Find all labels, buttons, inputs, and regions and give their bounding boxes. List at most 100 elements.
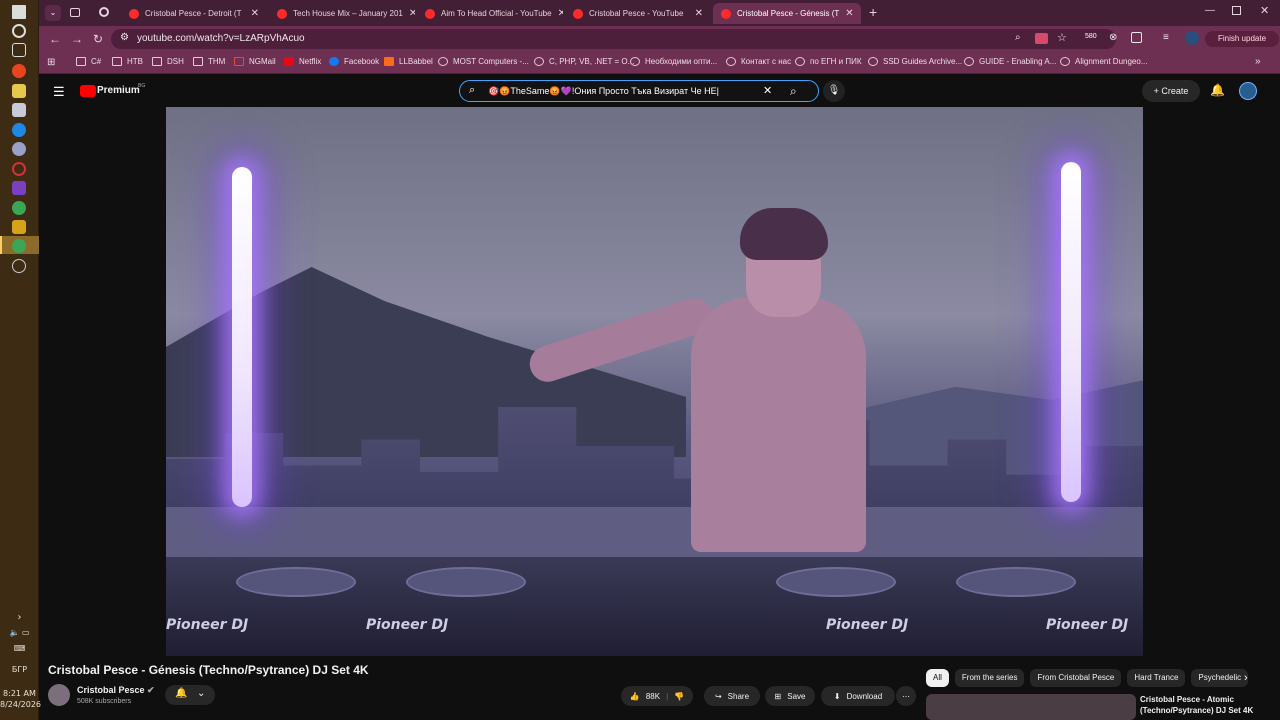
bookmark-item[interactable]: Netflix <box>284 57 321 66</box>
bookmarks-overflow-icon[interactable]: » <box>1255 56 1261 67</box>
bookmark-item[interactable]: GUIDE - Enabling A... <box>964 57 1056 66</box>
profile-avatar[interactable] <box>1185 31 1199 45</box>
avatar[interactable] <box>1239 82 1257 100</box>
zoom-icon[interactable]: ⌕ <box>1015 32 1021 43</box>
channel-avatar[interactable] <box>48 684 70 706</box>
like-dislike-button[interactable]: 👍 88K | 👎 <box>621 686 693 706</box>
close-icon[interactable]: ✕ <box>839 8 853 19</box>
youtube-logo-icon[interactable] <box>80 85 96 97</box>
app-icon[interactable] <box>12 142 26 156</box>
media-controls-icon[interactable]: ≡ <box>1163 32 1169 43</box>
menu-icon[interactable]: ☰ <box>53 84 65 100</box>
maximize-button[interactable] <box>1232 6 1241 15</box>
close-icon[interactable]: ✕ <box>552 8 563 19</box>
bookmark-item[interactable]: DSH <box>152 57 184 66</box>
tab[interactable]: Aim To Head Official - YouTube ✕ <box>417 3 563 24</box>
recommended-title[interactable]: Cristobal Pesce - Atomic (Techno/Psytran… <box>1140 694 1260 716</box>
tab-search-icon[interactable]: ⌄ <box>45 5 61 21</box>
opera-icon[interactable] <box>12 162 26 176</box>
minimize-button[interactable]: — <box>1205 5 1215 16</box>
close-icon[interactable]: ✕ <box>245 8 259 19</box>
extension-badge[interactable]: 580 <box>1085 33 1097 40</box>
bookmark-item[interactable]: по ЕГН и ПИК <box>795 57 862 66</box>
bookmark-item[interactable]: Контакт с нас <box>726 57 791 66</box>
close-icon[interactable]: ✕ <box>689 8 703 19</box>
chip-from-channel[interactable]: From Cristobal Pesce <box>1030 669 1122 687</box>
tray-icons[interactable]: 🔈 ▭ <box>0 628 39 637</box>
address-bar[interactable]: ⚙ youtube.com/watch?v=LzARpVhAcuo ⌕ ☆ <box>111 29 1116 49</box>
bookmark-item[interactable]: Необходими опти... <box>630 57 717 66</box>
voice-search-icon[interactable]: 🎙 <box>823 80 845 102</box>
bookmark-item[interactable]: C, PHP, VB, .NET = О... <box>534 57 634 66</box>
tab[interactable]: Cristobal Pesce - YouTube ✕ <box>565 3 711 24</box>
cast-icon[interactable] <box>1035 33 1048 44</box>
more-actions-button[interactable]: ⋯ <box>896 686 916 706</box>
recommended-thumbnail[interactable] <box>926 694 1136 720</box>
notifications-bell-icon[interactable]: 🔔 <box>1210 83 1225 97</box>
close-icon[interactable]: ✕ <box>403 8 415 19</box>
clock-icon[interactable] <box>12 259 26 273</box>
finish-update-button[interactable]: Finish update <box>1205 31 1279 47</box>
tab-active[interactable]: Cristobal Pesce - Génesis (T ✕ <box>713 3 861 24</box>
tab[interactable]: Cristobal Pesce - Detroit (T ✕ <box>121 3 267 24</box>
bookmark-item[interactable]: LLBabbel <box>384 57 433 66</box>
chip-from-series[interactable]: From the series <box>954 669 1025 687</box>
chip-psychedelic[interactable]: Psychedelic <box>1191 669 1249 687</box>
clock-date[interactable]: 8/24/2026 <box>0 700 41 709</box>
new-tab-button[interactable]: + <box>869 4 877 20</box>
tab[interactable]: Tech House Mix – January 201 ✕ <box>269 3 415 24</box>
bookmark-item[interactable]: MOST Computers -... <box>438 57 529 66</box>
bookmark-item[interactable]: Alignment Dungeo... <box>1060 57 1148 66</box>
chevron-down-icon: ⌄ <box>197 688 206 699</box>
chip-all[interactable]: All <box>926 669 949 687</box>
clear-search-icon[interactable]: ✕ <box>763 84 772 97</box>
task-view-icon[interactable] <box>12 43 26 57</box>
app-icon[interactable] <box>12 103 26 117</box>
channel-name[interactable]: Cristobal Pesce ✔ <box>77 685 155 696</box>
windows-start-icon[interactable] <box>12 5 26 19</box>
bookmark-item[interactable]: Facebook <box>329 57 379 66</box>
bookmark-item[interactable]: C# <box>76 57 101 66</box>
chips-next-icon[interactable]: › <box>1244 672 1248 684</box>
onenote-icon[interactable] <box>12 181 26 195</box>
chrome-icon[interactable] <box>12 201 26 215</box>
verified-icon: ✔ <box>147 685 155 695</box>
extensions-puzzle-icon[interactable] <box>1131 32 1142 43</box>
search-input[interactable]: ⌕ 🎯😡TheSame😡💜!Ония Просто Тъка Визират Ч… <box>459 80 819 102</box>
search-icon[interactable] <box>12 24 26 38</box>
site-info-icon[interactable]: ⚙ <box>120 32 129 43</box>
bookmark-item[interactable]: THM <box>193 57 225 66</box>
video-player[interactable]: Pioneer DJ Pioneer DJ Pioneer DJ Pioneer… <box>166 107 1143 656</box>
download-button[interactable]: ⬇ Download <box>821 686 895 706</box>
tab-pinned-icon[interactable] <box>99 7 109 17</box>
reload-button[interactable]: ↻ <box>93 32 103 46</box>
create-button[interactable]: + Create <box>1142 80 1200 102</box>
close-window-button[interactable]: ✕ <box>1260 4 1269 17</box>
file-explorer-icon[interactable] <box>12 84 26 98</box>
chrome-icon[interactable] <box>12 239 26 253</box>
dislike-icon[interactable]: 👎 <box>674 692 684 701</box>
keyboard-icon[interactable]: ⌨ <box>0 644 39 653</box>
edge-icon[interactable] <box>12 123 26 137</box>
chevron-right-icon[interactable]: › <box>0 612 39 623</box>
apps-grid-icon[interactable]: ⊞ <box>47 57 55 68</box>
firefox-icon[interactable] <box>12 64 26 78</box>
app-icon[interactable] <box>12 220 26 234</box>
save-button[interactable]: ⊞ Save <box>765 686 815 706</box>
share-button[interactable]: ↪ Share <box>704 686 760 706</box>
bookmark-item[interactable]: HTB <box>112 57 143 66</box>
input-language[interactable]: БГР <box>0 665 39 674</box>
like-icon[interactable]: 👍 <box>630 692 640 701</box>
bookmark-item[interactable]: SSD Guides Archive... <box>868 57 962 66</box>
forward-button[interactable]: → <box>71 32 83 46</box>
extension-icon[interactable]: ⊗ <box>1109 32 1117 43</box>
back-button[interactable]: ← <box>49 32 61 46</box>
tab-pinned-icon[interactable] <box>70 8 80 17</box>
subscribed-notifications-button[interactable]: 🔔 ⌄ <box>165 685 215 705</box>
clock-time[interactable]: 8:21 AM <box>0 689 39 698</box>
chip-hard-trance[interactable]: Hard Trance <box>1127 669 1186 687</box>
search-button[interactable]: ⌕ <box>790 84 797 99</box>
youtube-premium-logo[interactable]: Premium <box>97 85 140 96</box>
bookmark-star-icon[interactable]: ☆ <box>1057 31 1067 44</box>
bookmark-item[interactable]: NGMail <box>234 57 276 66</box>
